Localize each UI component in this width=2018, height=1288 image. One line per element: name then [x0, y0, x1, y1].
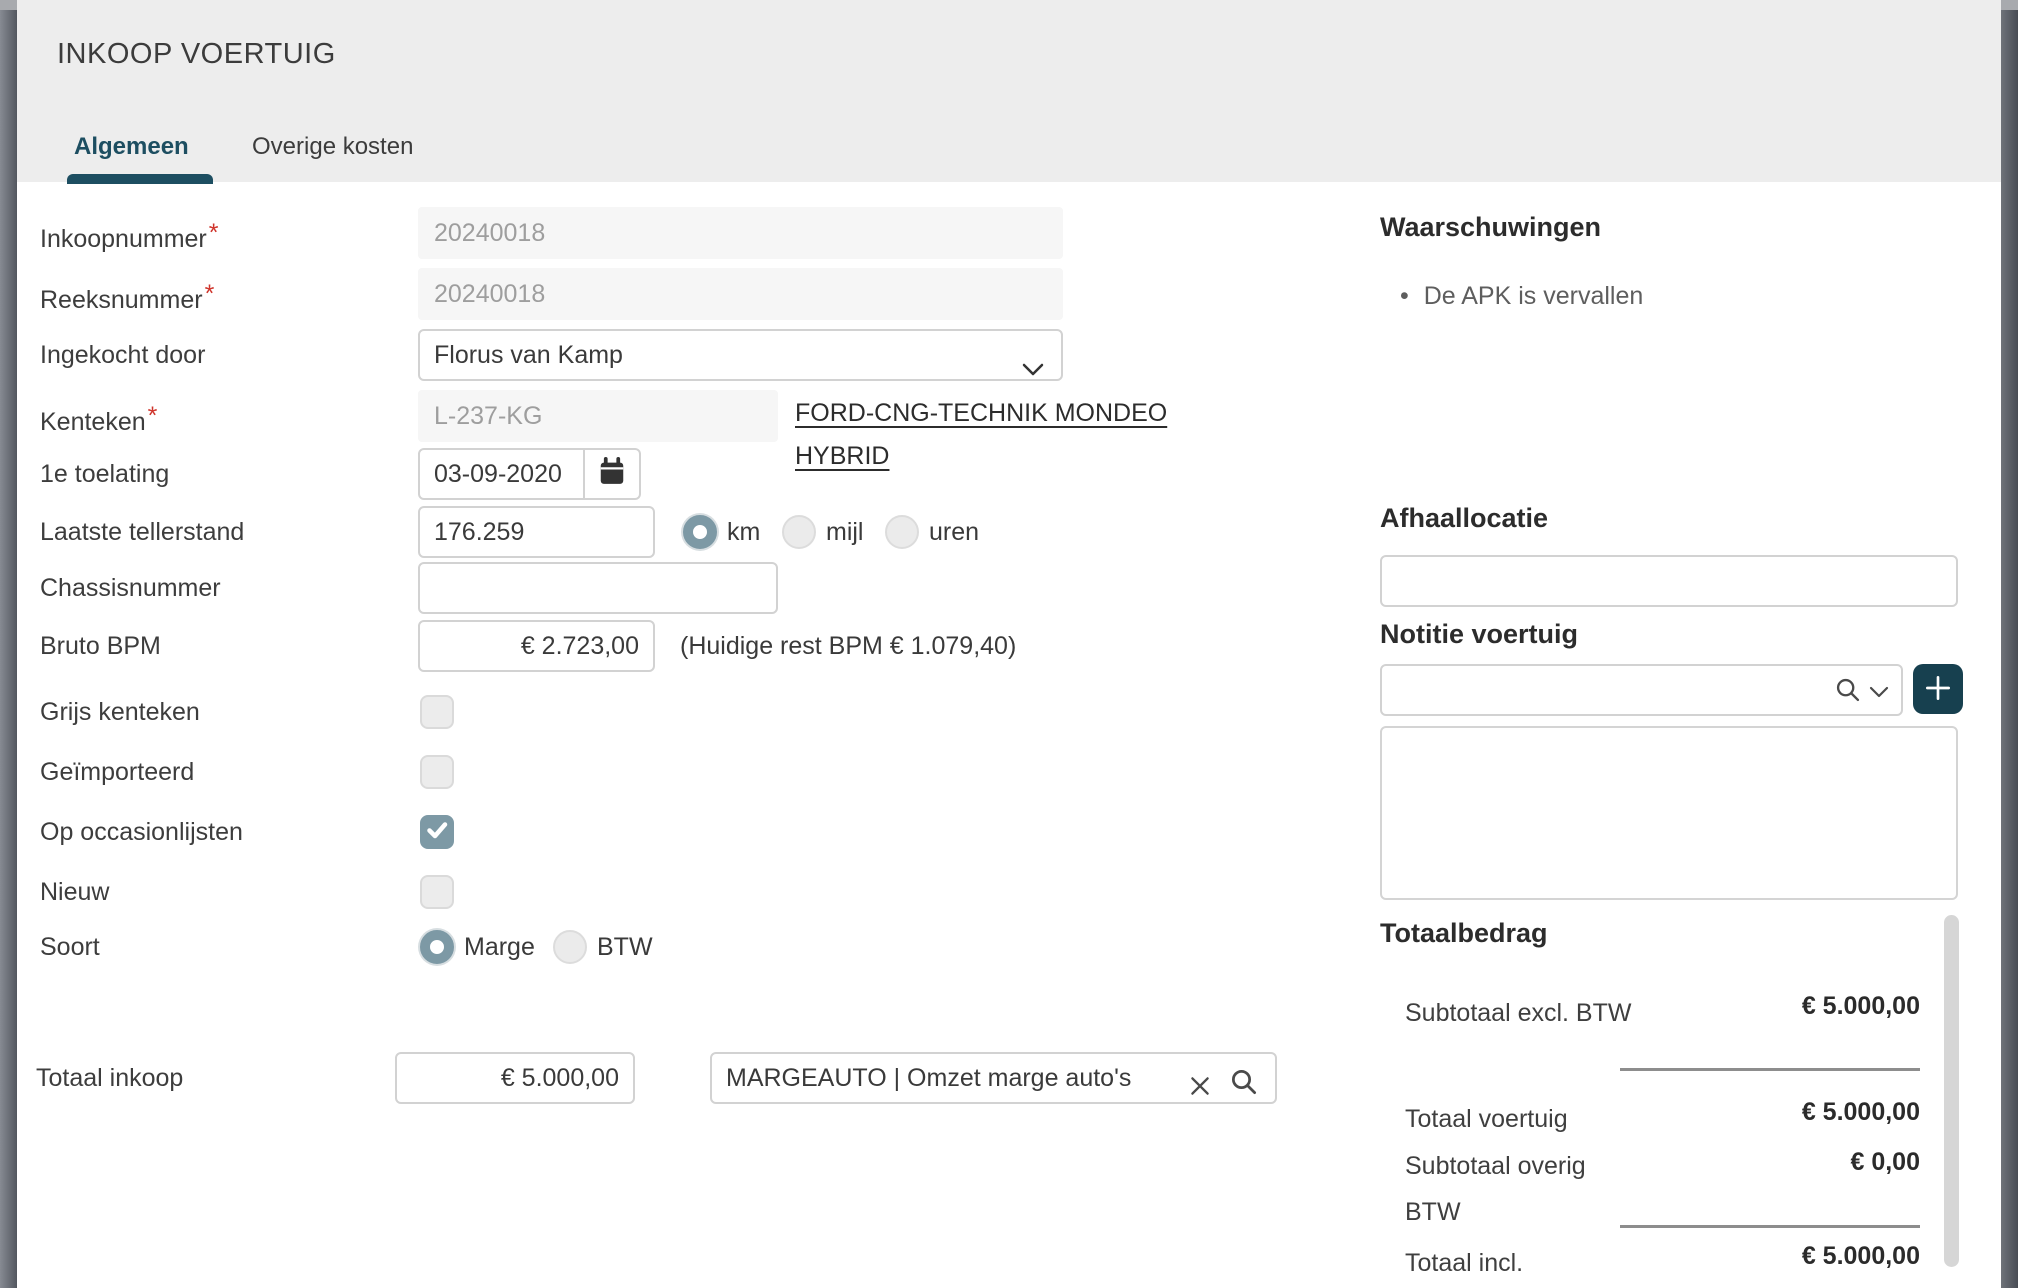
toelating-label: 1e toelating — [40, 448, 169, 500]
soort-label-marge: Marge — [464, 930, 535, 964]
totaal-inkoop-label: Totaal inkoop — [36, 1052, 183, 1104]
soort-radio-btw[interactable] — [553, 930, 587, 964]
chassisnummer-field[interactable] — [418, 562, 778, 614]
warning-text: De APK is vervallen — [1424, 282, 1644, 310]
ingekocht-door-value: Florus van Kamp — [434, 341, 623, 369]
window-edge-cap — [0, 0, 17, 10]
add-note-button[interactable] — [1913, 664, 1963, 714]
rest-bpm-note: (Huidige rest BPM € 1.079,40) — [680, 620, 1016, 672]
notitie-search-field[interactable] — [1380, 664, 1903, 716]
soort-label: Soort — [40, 930, 100, 964]
bruto-bpm-field[interactable] — [418, 620, 655, 672]
unit-radio-mijl[interactable] — [782, 515, 816, 549]
window-edge-cap — [2001, 0, 2018, 10]
chassisnummer-label: Chassisnummer — [40, 562, 221, 614]
clear-icon[interactable] — [1187, 1067, 1213, 1115]
total-incl-value: € 5.000,00 — [1802, 1242, 1920, 1271]
tab-algemeen[interactable]: Algemeen — [74, 133, 189, 161]
active-tab-underline — [67, 174, 213, 184]
total-incl-label: Totaal incl. — [1405, 1240, 1640, 1286]
geimporteerd-checkbox[interactable] — [420, 755, 454, 789]
unit-radio-uren[interactable] — [885, 515, 919, 549]
vehicle-description-link[interactable]: FORD-CNG-TECHNIK MONDEO HYBRID — [795, 392, 1235, 478]
inkoopnummer-label: Inkoopnummer* — [40, 207, 218, 265]
kenteken-label: Kenteken* — [40, 390, 157, 448]
warnings-heading: Waarschuwingen — [1380, 212, 1601, 243]
bullet: • — [1400, 282, 1409, 310]
nieuw-checkbox[interactable] — [420, 875, 454, 909]
totals-heading: Totaalbedrag — [1380, 918, 1548, 949]
afhaallocatie-heading: Afhaallocatie — [1380, 503, 1548, 534]
calendar-icon — [597, 457, 627, 492]
inkoopnummer-field — [418, 207, 1063, 259]
required-asterisk: * — [209, 219, 219, 247]
ledger-picker-field[interactable]: MARGEAUTO | Omzet marge auto's — [710, 1052, 1277, 1104]
totals-scrollbar-thumb[interactable] — [1944, 915, 1959, 1267]
unit-radio-km[interactable] — [683, 515, 717, 549]
chevron-down-icon[interactable] — [1868, 685, 1890, 704]
subtotal-excl-label: Subtotaal excl. BTW — [1405, 990, 1640, 1036]
totaal-inkoop-field[interactable] — [395, 1052, 635, 1104]
window-edge-right — [2001, 0, 2018, 1288]
ingekocht-door-select[interactable]: Florus van Kamp — [418, 329, 1063, 381]
total-vehicle-label: Totaal voertuig — [1405, 1096, 1640, 1142]
tab-overige-kosten[interactable]: Overige kosten — [252, 133, 413, 161]
required-asterisk: * — [148, 402, 158, 430]
tellerstand-label: Laatste tellerstand — [40, 506, 244, 558]
plus-icon — [1922, 672, 1954, 707]
notitie-textarea[interactable] — [1380, 726, 1958, 900]
ingekocht-door-label: Ingekocht door — [40, 329, 205, 381]
grijs-kenteken-checkbox[interactable] — [420, 695, 454, 729]
grijs-kenteken-label: Grijs kenteken — [40, 695, 200, 729]
checkmark-icon — [425, 818, 449, 847]
toelating-date-field[interactable]: 03-09-2020 — [418, 448, 585, 500]
totals-divider — [1620, 1225, 1920, 1228]
notitie-heading: Notitie voertuig — [1380, 619, 1578, 650]
op-occasionlijsten-label: Op occasionlijsten — [40, 815, 243, 849]
ledger-value: MARGEAUTO | Omzet marge auto's — [726, 1064, 1131, 1092]
search-icon[interactable] — [1834, 676, 1862, 709]
required-asterisk: * — [205, 280, 215, 308]
unit-label-mijl: mijl — [826, 515, 864, 549]
inkoop-voertuig-window: INKOOP VOERTUIG Algemeen Overige kosten … — [0, 0, 2018, 1288]
calendar-button[interactable] — [585, 448, 641, 500]
unit-label-uren: uren — [929, 515, 979, 549]
op-occasionlijsten-checkbox[interactable] — [420, 815, 454, 849]
page-title: INKOOP VOERTUIG — [57, 38, 336, 71]
tellerstand-field[interactable] — [418, 506, 655, 558]
afhaallocatie-field[interactable] — [1380, 555, 1958, 607]
nieuw-label: Nieuw — [40, 875, 109, 909]
warning-item: • De APK is vervallen — [1400, 282, 1643, 311]
total-vehicle-value: € 5.000,00 — [1802, 1098, 1920, 1127]
chevron-down-icon — [1021, 347, 1045, 395]
subtotal-other-label: Subtotaal overig BTW — [1405, 1143, 1640, 1235]
totals-divider — [1620, 1068, 1920, 1071]
unit-label-km: km — [727, 515, 760, 549]
soort-label-btw: BTW — [597, 930, 653, 964]
soort-radio-marge[interactable] — [420, 930, 454, 964]
subtotal-excl-value: € 5.000,00 — [1802, 992, 1920, 1021]
reeksnummer-field — [418, 268, 1063, 320]
kenteken-field — [418, 390, 778, 442]
header-band: INKOOP VOERTUIG Algemeen Overige kosten — [17, 0, 2001, 182]
search-icon[interactable] — [1229, 1065, 1259, 1113]
geimporteerd-label: Geïmporteerd — [40, 755, 194, 789]
reeksnummer-label: Reeksnummer* — [40, 268, 214, 326]
window-edge-left — [0, 0, 17, 1288]
bruto-bpm-label: Bruto BPM — [40, 620, 161, 672]
subtotal-other-value: € 0,00 — [1850, 1148, 1920, 1177]
toelating-date-group: 03-09-2020 — [418, 448, 641, 500]
